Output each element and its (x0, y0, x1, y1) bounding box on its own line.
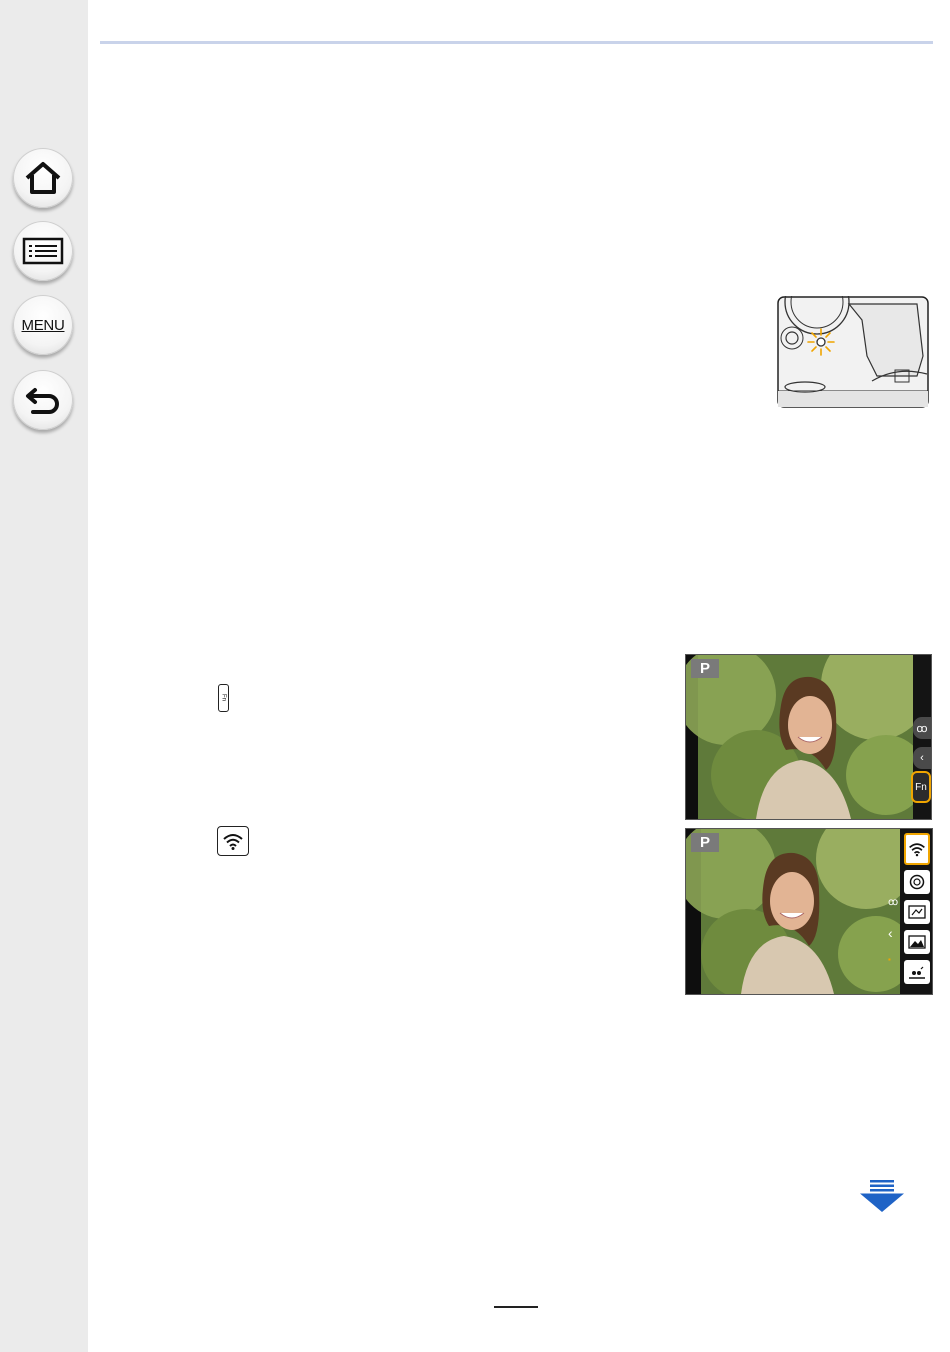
left-nav-sidebar: MENU (0, 0, 88, 1352)
movie-function-button[interactable] (904, 960, 930, 984)
landscape-picture-icon (908, 935, 926, 949)
back-button[interactable] (13, 370, 73, 430)
page-number (494, 1306, 538, 1326)
fn-button-inline-icon: Fn (218, 684, 229, 712)
menu-button[interactable]: MENU (13, 295, 73, 355)
list-icon (22, 237, 64, 265)
next-page-arrow-icon[interactable] (860, 1180, 904, 1212)
portrait-photo (686, 655, 931, 819)
aperture-icon (909, 874, 925, 890)
movie-scene-icon (909, 966, 925, 979)
touch-tab-scene-icon[interactable]: ꚙ (913, 717, 931, 739)
menu-button-label: MENU (21, 316, 65, 334)
fn-touch-tab[interactable]: Fn (911, 771, 931, 803)
photo-style-icon (908, 905, 926, 919)
home-icon (25, 162, 61, 194)
wifi-icon (909, 843, 925, 857)
mode-badge: P (691, 659, 719, 678)
touch-tab-collapse-icon[interactable]: ‹ (913, 747, 931, 769)
aperture-function-button[interactable] (904, 870, 930, 894)
wifi-function-button[interactable] (904, 833, 930, 865)
home-button[interactable] (13, 148, 73, 208)
scene-tab-icon[interactable]: ꚙ (888, 897, 900, 915)
collapse-tab-icon[interactable]: ‹ (888, 925, 900, 943)
header-divider (100, 41, 933, 44)
picture-function-button[interactable] (904, 930, 930, 954)
camera-status-light-illustration (777, 296, 929, 408)
photo-style-function-button[interactable] (904, 900, 930, 924)
status-light-blink-icon (807, 328, 835, 356)
back-arrow-icon (26, 388, 59, 414)
contents-button[interactable] (13, 221, 73, 281)
wifi-inline-icon (217, 826, 249, 856)
mode-badge: P (691, 833, 719, 852)
fn-tab-icon[interactable]: ▪ (888, 955, 900, 969)
camera-screen-2: P ꚙ ‹ ▪ (685, 828, 933, 995)
camera-screen-1: P ꚙ ‹ Fn (685, 654, 932, 820)
